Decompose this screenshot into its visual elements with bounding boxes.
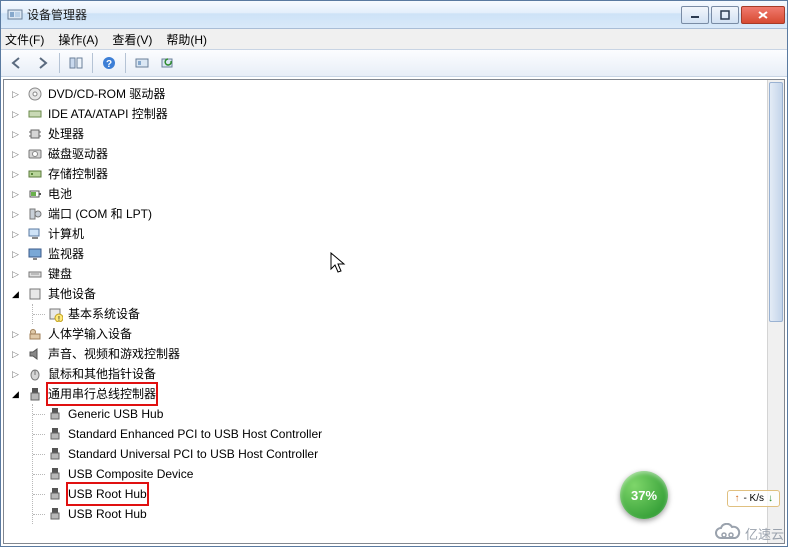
menu-action[interactable]: 操作(A)	[58, 31, 98, 48]
usb-device-icon	[47, 506, 63, 522]
menubar: 文件(F) 操作(A) 查看(V) 帮助(H)	[1, 29, 787, 49]
tree-node-disk[interactable]: 磁盘驱动器	[10, 144, 784, 164]
unknown-device-icon: !	[47, 306, 63, 322]
tree-node-usb[interactable]: 通用串行总线控制器	[10, 384, 784, 404]
help-button[interactable]: ?	[97, 52, 121, 74]
svg-text:!: !	[58, 316, 60, 322]
highlighted-usb-root-hub: USB Root Hub	[66, 482, 149, 506]
disk-icon	[27, 146, 43, 162]
tree-node-usb-composite[interactable]: USB Composite Device	[33, 464, 784, 484]
toolbar-separator	[59, 53, 60, 73]
device-manager-window: 设备管理器 文件(F) 操作(A) 查看(V) 帮助(H) ? DVD/CD-R…	[0, 0, 788, 547]
tree-node-mouse[interactable]: 鼠标和其他指针设备	[10, 364, 784, 384]
toolbar: ?	[1, 49, 787, 77]
menu-help[interactable]: 帮助(H)	[166, 31, 207, 48]
mouse-icon	[27, 366, 43, 382]
tree-node-usb-universal[interactable]: Standard Universal PCI to USB Host Contr…	[33, 444, 784, 464]
tree-node-monitor[interactable]: 监视器	[10, 244, 784, 264]
show-hide-tree-button[interactable]	[64, 52, 88, 74]
tree-node-usb-enhanced[interactable]: Standard Enhanced PCI to USB Host Contro…	[33, 424, 784, 444]
brand-logo: 亿速云	[713, 523, 784, 543]
usb-device-icon	[47, 406, 63, 422]
cloud-icon	[713, 523, 743, 543]
app-icon	[7, 7, 23, 23]
storage-icon	[27, 166, 43, 182]
refresh-button[interactable]	[156, 52, 180, 74]
titlebar[interactable]: 设备管理器	[1, 1, 787, 29]
down-arrow-icon: ↓	[768, 493, 773, 504]
scan-button[interactable]	[130, 52, 154, 74]
tree-node-usb-generic[interactable]: Generic USB Hub	[33, 404, 784, 424]
window-buttons	[681, 6, 785, 24]
toolbar-separator	[92, 53, 93, 73]
vertical-scrollbar[interactable]	[767, 80, 784, 543]
up-speed: - K/s	[743, 493, 764, 504]
device-tree[interactable]: DVD/CD-ROM 驱动器 IDE ATA/ATAPI 控制器 处理器 磁盘驱…	[4, 80, 784, 528]
usb-controller-icon	[27, 386, 43, 402]
tree-node-usb-root2[interactable]: USB Root Hub	[33, 504, 784, 524]
cpu-icon	[27, 126, 43, 142]
usb-device-icon	[47, 446, 63, 462]
minimize-button[interactable]	[681, 6, 709, 24]
sound-icon	[27, 346, 43, 362]
menu-file[interactable]: 文件(F)	[5, 31, 44, 48]
menu-view[interactable]: 查看(V)	[112, 31, 152, 48]
usb-device-icon	[47, 486, 63, 502]
tree-node-ports[interactable]: 端口 (COM 和 LPT)	[10, 204, 784, 224]
other-children: !基本系统设备	[32, 304, 784, 324]
battery-icon	[27, 186, 43, 202]
tree-node-computer[interactable]: 计算机	[10, 224, 784, 244]
scrollbar-thumb[interactable]	[769, 82, 783, 322]
tree-node-keyboard[interactable]: 键盘	[10, 264, 784, 284]
usb-device-icon	[47, 426, 63, 442]
tree-node-dvd[interactable]: DVD/CD-ROM 驱动器	[10, 84, 784, 104]
other-icon	[27, 286, 43, 302]
up-arrow-icon: ↑	[734, 493, 739, 504]
svg-text:?: ?	[106, 59, 112, 70]
tree-node-battery[interactable]: 电池	[10, 184, 784, 204]
usb-children: Generic USB Hub Standard Enhanced PCI to…	[32, 404, 784, 524]
tree-node-usb-root1[interactable]: USB Root Hub	[33, 484, 784, 504]
hid-icon	[27, 326, 43, 342]
back-button[interactable]	[5, 52, 29, 74]
tree-node-storage[interactable]: 存储控制器	[10, 164, 784, 184]
highlighted-usb-category: 通用串行总线控制器	[46, 382, 158, 406]
toolbar-separator	[125, 53, 126, 73]
monitor-icon	[27, 246, 43, 262]
dvd-icon	[27, 86, 43, 102]
computer-icon	[27, 226, 43, 242]
tree-node-other[interactable]: 其他设备	[10, 284, 784, 304]
usb-device-icon	[47, 466, 63, 482]
tree-node-ide[interactable]: IDE ATA/ATAPI 控制器	[10, 104, 784, 124]
tree-node-other-basic[interactable]: !基本系统设备	[33, 304, 784, 324]
tree-node-cpu[interactable]: 处理器	[10, 124, 784, 144]
tree-node-hid[interactable]: 人体学输入设备	[10, 324, 784, 344]
close-button[interactable]	[741, 6, 785, 24]
window-title: 设备管理器	[27, 6, 681, 23]
keyboard-icon	[27, 266, 43, 282]
forward-button[interactable]	[31, 52, 55, 74]
tree-content: DVD/CD-ROM 驱动器 IDE ATA/ATAPI 控制器 处理器 磁盘驱…	[3, 79, 785, 544]
maximize-button[interactable]	[711, 6, 739, 24]
percent-badge[interactable]: 37%	[620, 471, 668, 519]
ports-icon	[27, 206, 43, 222]
tree-node-sound[interactable]: 声音、视频和游戏控制器	[10, 344, 784, 364]
ide-icon	[27, 106, 43, 122]
brand-text: 亿速云	[745, 524, 784, 543]
network-speed-widget[interactable]: ↑ - K/s ↓	[727, 490, 780, 507]
